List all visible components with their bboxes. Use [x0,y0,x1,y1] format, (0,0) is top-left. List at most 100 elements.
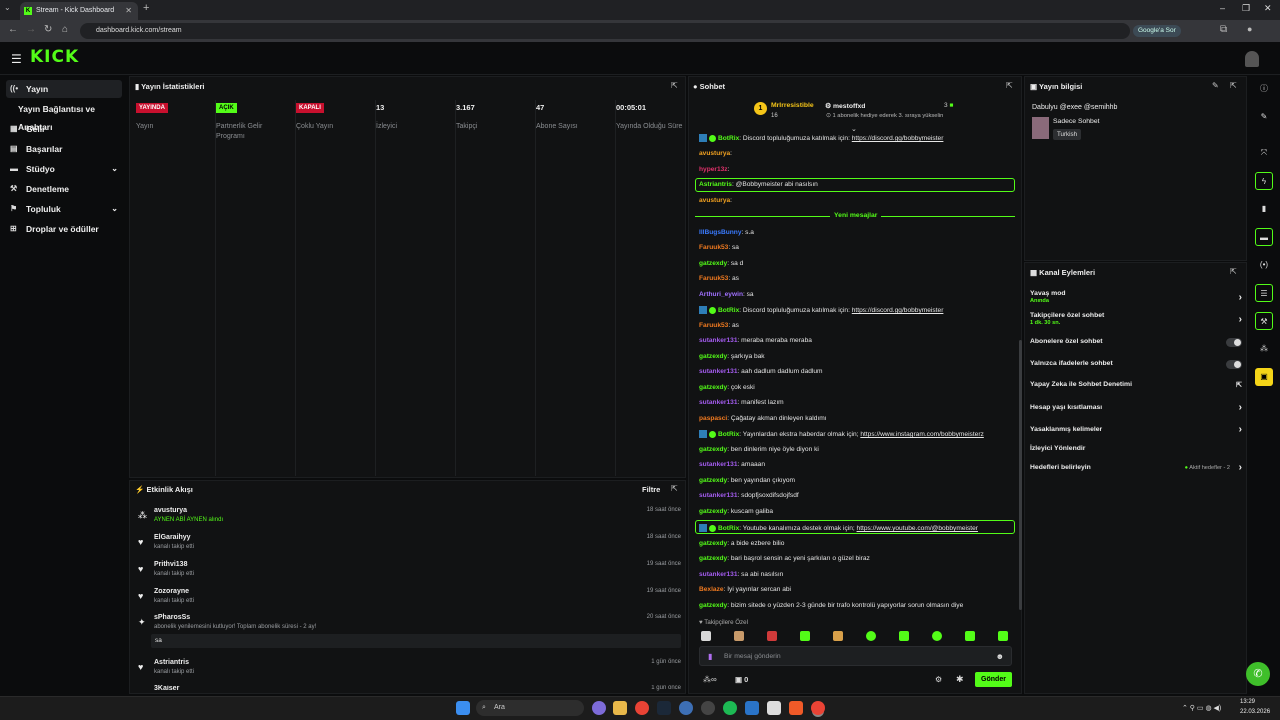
sidebar-item-denetleme[interactable]: ⚒ Denetleme [6,180,122,198]
sidebar-item-stream-key[interactable]: Yayın Bağlantısı ve Anahtarı [6,100,130,132]
activity-user[interactable]: avusturya [154,507,187,514]
chat-username[interactable]: gatzexdy [699,353,727,360]
emote-kick-icon[interactable] [998,631,1008,641]
chat-username[interactable]: BotRix [718,135,739,142]
sidebar-item-yayin[interactable]: ((• Yayın [6,80,122,98]
url-input[interactable]: dashboard.kick.com/stream [80,23,1130,39]
popout-icon[interactable]: ⇱ [671,484,678,493]
chat-link[interactable]: https://discord.gg/bobbymeister [852,307,944,314]
lightning-icon[interactable]: ϟ [1255,172,1273,190]
chat-username[interactable]: gatzexdy [699,540,727,547]
chat-username[interactable]: gatzexdy [699,508,727,515]
popout-icon[interactable]: ⇱ [1006,81,1013,90]
emoji-icon[interactable]: ☻ [996,652,1004,661]
sidebar-item-droplar[interactable]: ⊞ Droplar ve ödüller [6,220,122,238]
popout-icon[interactable]: ⇱ [1230,267,1237,276]
chat-scrollbar[interactable] [1019,340,1022,610]
emote-ball-icon[interactable] [866,631,876,641]
chat-username[interactable]: avusturya [699,197,730,204]
file-explorer-icon[interactable] [613,701,627,715]
chat-username[interactable]: sutanker131 [699,571,738,578]
chat-username[interactable]: sutanker131 [699,461,738,468]
chat-username[interactable]: Faruuk53 [699,275,728,282]
chat-username[interactable]: Arthuri_eywin [699,291,743,298]
mic-icon[interactable]: ▮ [708,652,712,661]
emote-frog-icon[interactable] [965,631,975,641]
steam-icon[interactable] [657,701,671,715]
emote-person-icon[interactable] [734,631,744,641]
chat-username[interactable]: sutanker131 [699,368,738,375]
spotify-icon[interactable] [723,701,737,715]
tab-search-icon[interactable]: ⌄ [4,3,11,12]
chat-username[interactable]: sutanker131 [699,492,738,499]
user-avatar[interactable] [1245,51,1259,67]
filter-button[interactable]: Filtre [642,485,660,494]
notion-icon[interactable] [767,701,781,715]
sliders-icon[interactable]: ☰ [1255,284,1273,302]
back-icon[interactable]: ← [8,24,18,35]
chat-username[interactable]: gatzexdy [699,602,727,609]
emote-star-icon[interactable] [932,631,942,641]
chat-username[interactable]: Faruuk53 [699,244,728,251]
chat-username[interactable]: gatzexdy [699,446,727,453]
send-button[interactable]: Gönder [975,672,1012,687]
mod-tools-icon[interactable]: ✱ [956,674,964,685]
profile-icon[interactable]: ● [1247,24,1252,34]
slow-mode-row[interactable]: Yavaş mod Anında › [1030,290,1242,306]
close-window-icon[interactable]: ✕ [1264,3,1272,14]
chat-username[interactable]: avusturya [699,150,730,157]
edit-icon[interactable]: ✎ [1212,81,1219,90]
gifter-2[interactable]: ⚙ mestoffxd [825,102,865,110]
vscode-icon[interactable] [745,701,759,715]
nodes-icon[interactable]: ⁂ [1255,340,1273,358]
expand-icon[interactable]: ⤧ [1255,144,1273,162]
raid-row[interactable]: İzleyici Yönlendir [1030,445,1242,455]
activity-user[interactable]: Astriantris [154,659,189,666]
taskbar-search[interactable]: ⌕ Ara [476,700,584,716]
app2-icon[interactable] [701,701,715,715]
brave-icon[interactable] [789,701,803,715]
chat-username[interactable]: gatzexdy [699,260,727,267]
discord-icon[interactable] [592,701,606,715]
extensions-icon[interactable]: ⧉ [1220,24,1227,35]
activity-user[interactable]: ElGaraihyy [154,534,191,541]
chat-username[interactable]: BotRix [718,431,739,438]
emotes-only-toggle[interactable] [1226,360,1242,369]
radio-icon[interactable]: (•) [1255,256,1273,274]
settings-icon[interactable]: ⚙ [935,675,942,684]
maximize-icon[interactable]: ❐ [1242,3,1250,14]
chat-link[interactable]: https://discord.gg/bobbymeister [852,135,944,142]
account-age-row[interactable]: Hesap yaşı kısıtlaması › [1030,402,1242,414]
chat-username[interactable]: BotRix [718,307,739,314]
chrome-active-icon[interactable] [811,701,825,715]
ai-moderation-row[interactable]: Yapay Zeka ile Sohbet Denetimi ⇱ [1030,381,1242,391]
wrench-icon[interactable]: ⚒ [1255,312,1273,330]
top-gifter-name[interactable]: MrIrresistible [771,102,814,109]
chat-username[interactable]: paspasci [699,415,727,422]
chat-username[interactable]: Bexlaze [699,586,724,593]
banned-words-row[interactable]: Yasaklanmış kelimeler › [1030,424,1242,436]
chat-icon[interactable]: ▬ [1255,228,1273,246]
chat-username[interactable]: gatzexdy [699,555,727,562]
activity-user[interactable]: Prithvi138 [154,561,187,568]
clapper-icon[interactable]: ▣ [1255,368,1273,386]
home-icon[interactable]: ⌂ [62,24,68,35]
forward-icon[interactable]: → [26,24,36,35]
chat-username[interactable]: sutanker131 [699,337,738,344]
sidebar-item-basarilar[interactable]: ▤ Başarılar [6,140,122,158]
app-icon[interactable] [679,701,693,715]
info-icon[interactable]: ⓘ [1255,80,1273,98]
google-ask-button[interactable]: Google'a Sor [1133,25,1181,37]
sidebar-item-gelir[interactable]: ▦ Gelir [6,120,122,138]
close-tab-icon[interactable]: ✕ [125,2,132,20]
chat-input[interactable]: ▮ Bir mesaj gönderin ☻ [699,646,1012,666]
reload-icon[interactable]: ↻ [44,24,52,35]
activity-user[interactable]: sPharosSs [154,614,190,621]
start-icon[interactable] [456,701,470,715]
sidebar-item-topluluk[interactable]: ⚑ Topluluk ⌄ [6,200,122,218]
points-icon[interactable]: ⁂∞ [703,675,717,684]
browser-tab[interactable]: K Stream - Kick Dashboard ✕ [20,2,138,20]
floating-chat-icon[interactable]: ✆ [1246,662,1270,686]
new-tab-icon[interactable]: + [143,2,149,14]
subscribers-only-toggle[interactable] [1226,338,1242,347]
